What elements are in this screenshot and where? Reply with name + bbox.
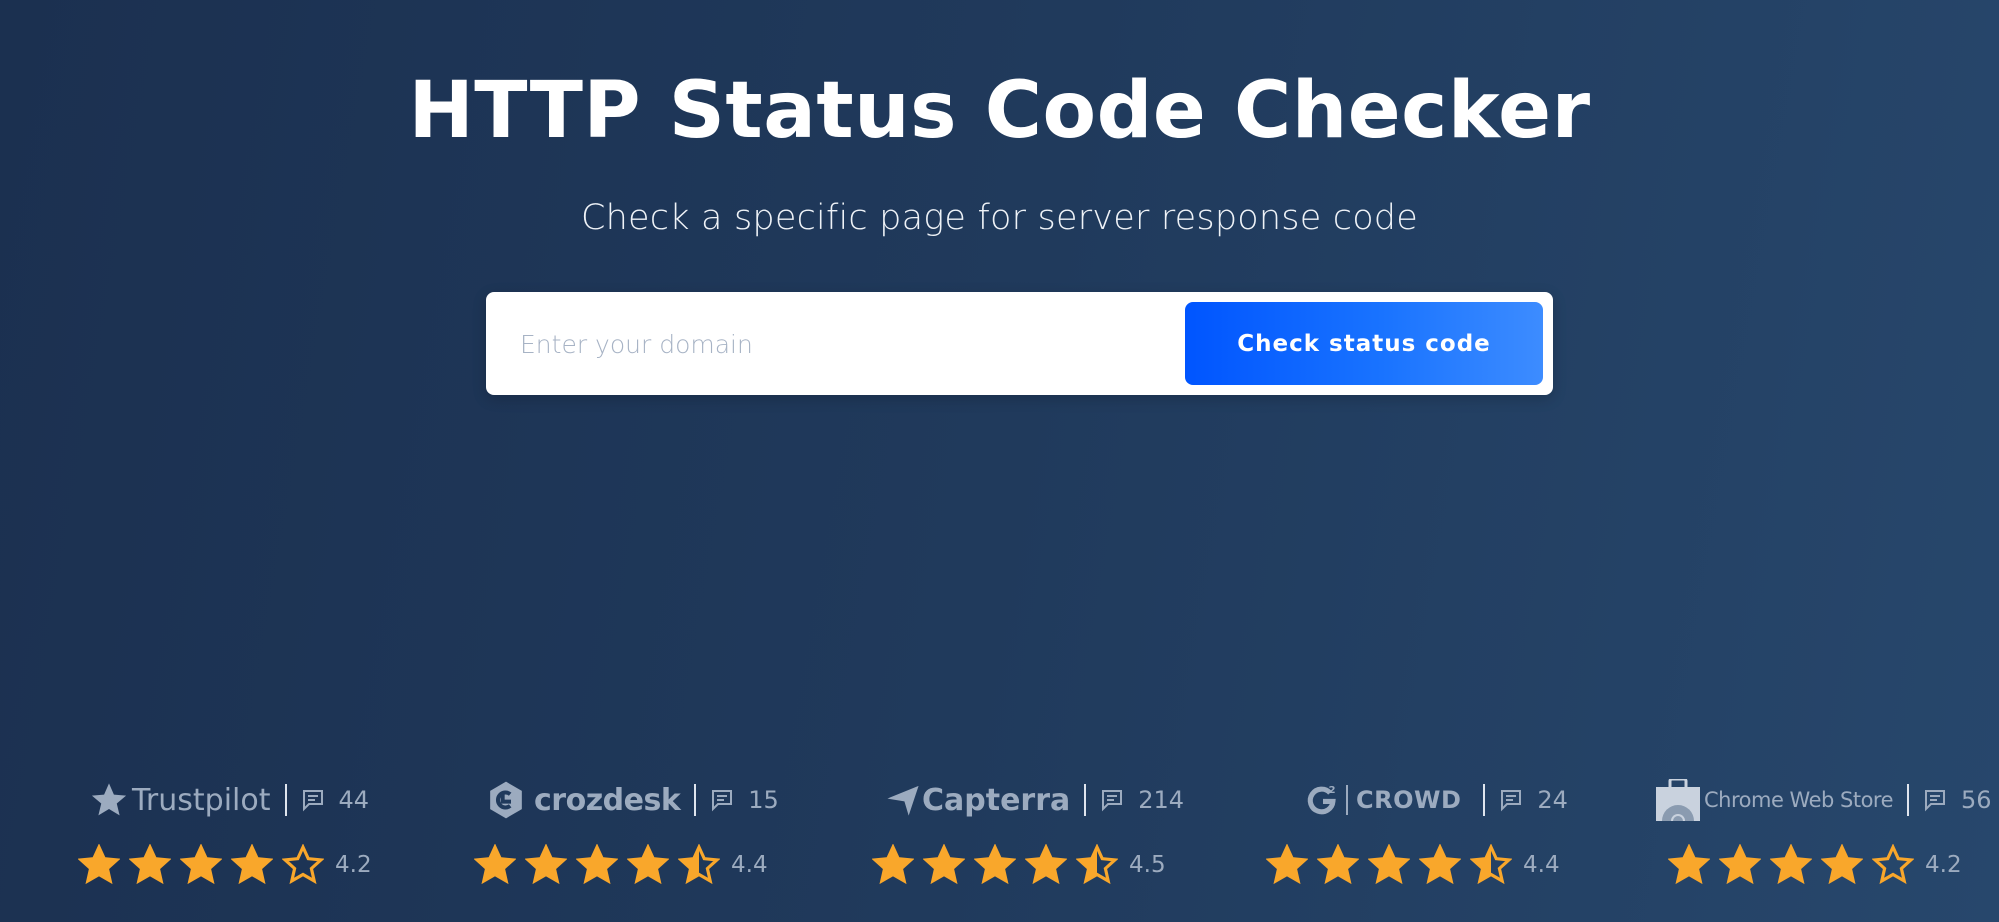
trustpilot-star-icon (91, 783, 127, 816)
star-full-icon (923, 844, 965, 885)
check-status-code-button[interactable]: Check status code (1185, 302, 1543, 385)
star-full-icon (627, 844, 669, 885)
comment-icon (1102, 790, 1123, 812)
domain-check-form: Check status code (486, 292, 1553, 395)
rating-value: 4.5 (1129, 852, 1166, 878)
star-full-icon (474, 844, 516, 885)
comment-icon (1925, 790, 1946, 812)
star-full-icon (1025, 844, 1067, 885)
divider (1907, 784, 1910, 816)
rating-value: 4.4 (1523, 852, 1560, 878)
star-full-icon (1668, 844, 1710, 885)
review-count: 44 (338, 786, 370, 814)
star-half-icon (678, 844, 720, 885)
star-full-icon (974, 844, 1016, 885)
comment-icon (302, 790, 323, 812)
review-count: 214 (1138, 786, 1185, 814)
page-subtitle: Check a specific page for server respons… (581, 198, 1418, 238)
platform-name: crozdesk (534, 782, 681, 818)
comment-icon (712, 790, 733, 812)
divider (1084, 784, 1087, 816)
star-full-icon (1821, 844, 1863, 885)
star-half-icon (1470, 844, 1512, 885)
rating-value: 4.4 (731, 852, 768, 878)
star-rating: 4.5 (872, 844, 1166, 886)
star-full-icon (872, 844, 914, 885)
divider (694, 784, 697, 816)
star-full-icon (1368, 844, 1410, 885)
star-full-icon (1719, 844, 1761, 885)
svg-text:2: 2 (1329, 785, 1336, 796)
rating-value: 4.2 (335, 852, 372, 878)
star-empty-icon (1872, 844, 1914, 885)
star-full-icon (180, 844, 222, 885)
star-full-icon (1770, 844, 1812, 885)
star-half-icon (1076, 844, 1118, 885)
rating-value: 4.2 (1925, 852, 1962, 878)
star-full-icon (231, 844, 273, 885)
platform-name: Trustpilot (132, 782, 271, 818)
star-full-icon (78, 844, 120, 885)
divider (284, 784, 287, 816)
star-full-icon (525, 844, 567, 885)
star-rating: 4.4 (474, 844, 768, 886)
star-full-icon (1419, 844, 1461, 885)
star-full-icon (576, 844, 618, 885)
review-count: 24 (1537, 786, 1568, 814)
capterra-logo-icon (887, 785, 919, 816)
platform-name: Chrome Web Store (1704, 788, 1894, 812)
platform-name: Capterra (922, 782, 1071, 818)
divider (1483, 784, 1486, 816)
g2-logo-icon: 2 (1307, 785, 1336, 815)
review-count: 15 (748, 786, 779, 814)
chrome-web-store-icon (1656, 779, 1700, 821)
logo-divider (1346, 785, 1348, 815)
page-title: HTTP Status Code Checker (408, 66, 1591, 156)
crozdesk-logo-icon (490, 781, 522, 819)
star-full-icon (129, 844, 171, 885)
star-rating: 4.4 (1266, 844, 1560, 886)
comment-icon (1501, 790, 1522, 812)
star-full-icon (1317, 844, 1359, 885)
review-count: 56 (1961, 786, 1992, 814)
star-empty-icon (282, 844, 324, 885)
platform-name: CROWD (1356, 786, 1462, 814)
star-full-icon (1266, 844, 1308, 885)
star-rating: 4.2 (1668, 844, 1962, 886)
domain-input[interactable] (508, 306, 1162, 383)
star-rating: 4.2 (78, 844, 372, 886)
